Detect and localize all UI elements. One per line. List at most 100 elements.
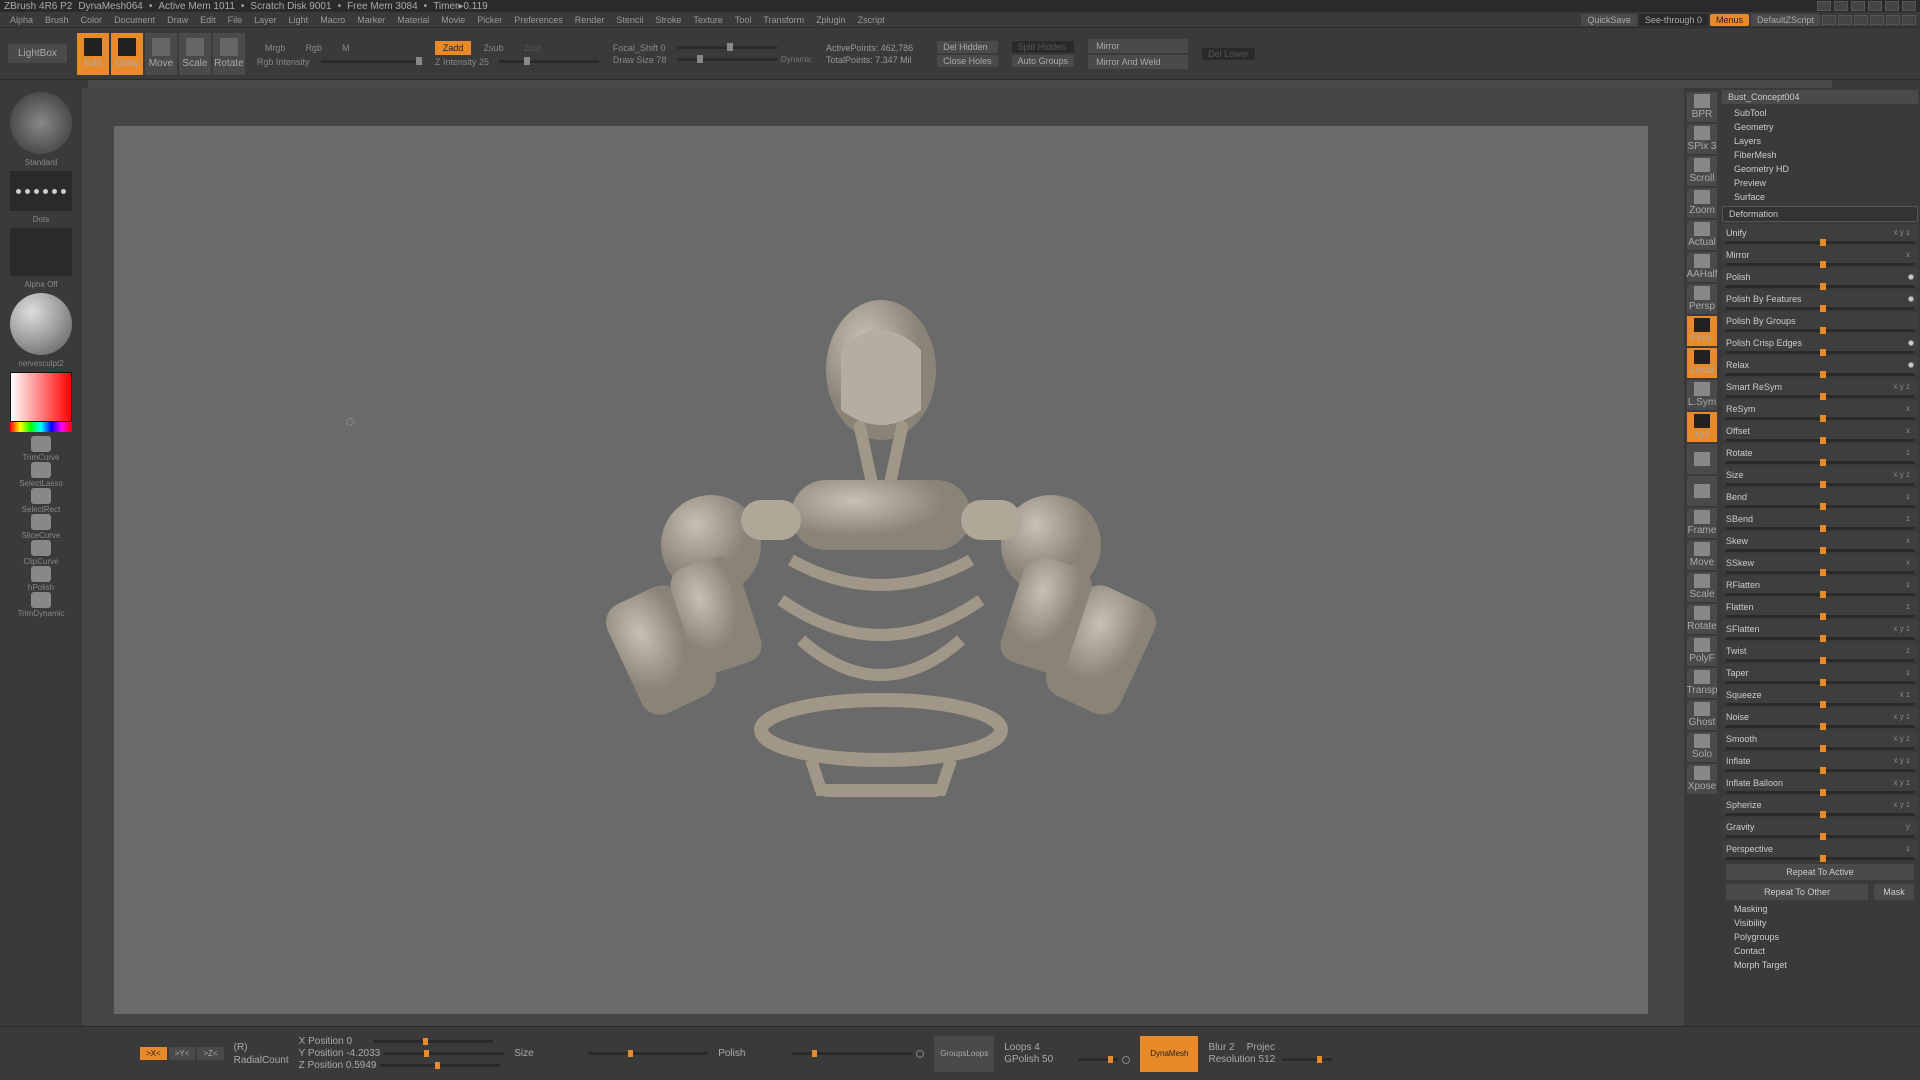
polish-dot[interactable] bbox=[916, 1050, 924, 1058]
tool-trimdynamic[interactable]: TrimDynamic bbox=[10, 592, 72, 618]
zadd-btn[interactable]: Zadd bbox=[435, 41, 472, 55]
viewport-aahalf-button[interactable]: AAHalf bbox=[1687, 252, 1717, 282]
menu-draw[interactable]: Draw bbox=[161, 15, 194, 25]
menus-toggle[interactable]: Menus bbox=[1710, 14, 1749, 26]
menu-picker[interactable]: Picker bbox=[471, 15, 508, 25]
section-polygroups[interactable]: Polygroups bbox=[1722, 930, 1918, 944]
menu-brush[interactable]: Brush bbox=[39, 15, 75, 25]
menu-zscript[interactable]: Zscript bbox=[852, 15, 891, 25]
panel-btn[interactable] bbox=[1902, 15, 1916, 25]
alpha-preview[interactable] bbox=[10, 228, 72, 276]
panel-btn[interactable] bbox=[1854, 15, 1868, 25]
deformation-section[interactable]: Deformation bbox=[1722, 206, 1918, 222]
mask-button[interactable]: Mask bbox=[1874, 884, 1914, 900]
hue-bar[interactable] bbox=[10, 422, 72, 432]
minimize-btn[interactable] bbox=[1868, 1, 1882, 11]
panel-btn[interactable] bbox=[1870, 15, 1884, 25]
menu-alpha[interactable]: Alpha bbox=[4, 15, 39, 25]
color-picker[interactable] bbox=[10, 372, 72, 422]
viewport-tool-button[interactable] bbox=[1687, 476, 1717, 506]
close-btn[interactable] bbox=[1902, 1, 1916, 11]
rgb-btn[interactable]: Rgb bbox=[297, 41, 330, 55]
focal-shift-slider[interactable] bbox=[677, 46, 777, 49]
default-zscript[interactable]: DefaultZScript bbox=[1751, 14, 1820, 26]
section-preview[interactable]: Preview bbox=[1722, 176, 1918, 190]
viewport[interactable] bbox=[114, 126, 1648, 1014]
section-morph-target[interactable]: Morph Target bbox=[1722, 958, 1918, 972]
viewport-xpose-button[interactable]: Xpose bbox=[1687, 764, 1717, 794]
viewport-transp-button[interactable]: Transp bbox=[1687, 668, 1717, 698]
del-lower-button[interactable]: Del Lower bbox=[1202, 48, 1255, 60]
material-preview[interactable] bbox=[10, 293, 72, 355]
menu-zplugin[interactable]: Zplugin bbox=[810, 15, 852, 25]
section-masking[interactable]: Masking bbox=[1722, 902, 1918, 916]
menu-light[interactable]: Light bbox=[283, 15, 315, 25]
gpolish-slider[interactable] bbox=[1078, 1058, 1118, 1061]
viewport-persp-button[interactable]: Persp bbox=[1687, 284, 1717, 314]
viewport-bpr-button[interactable]: BPR bbox=[1687, 92, 1717, 122]
stroke-preview[interactable] bbox=[10, 171, 72, 211]
viewport-scale-button[interactable]: Scale bbox=[1687, 572, 1717, 602]
mirror-dropdown[interactable]: Mirror bbox=[1088, 39, 1188, 53]
viewport-polyf-button[interactable]: PolyF bbox=[1687, 636, 1717, 666]
section-visibility[interactable]: Visibility bbox=[1722, 916, 1918, 930]
tool-selectrect[interactable]: SelectRect bbox=[10, 488, 72, 514]
section-contact[interactable]: Contact bbox=[1722, 944, 1918, 958]
zcut-btn[interactable]: Zcut bbox=[515, 41, 549, 55]
menu-movie[interactable]: Movie bbox=[435, 15, 471, 25]
viewport-frame-button[interactable]: Frame bbox=[1687, 508, 1717, 538]
mrgb-btn[interactable]: Mrgb bbox=[257, 41, 294, 55]
viewport-zoom-button[interactable]: Zoom bbox=[1687, 188, 1717, 218]
viewport-actual-button[interactable]: Actual bbox=[1687, 220, 1717, 250]
menu-macro[interactable]: Macro bbox=[314, 15, 351, 25]
menu-preferences[interactable]: Preferences bbox=[508, 15, 569, 25]
section-subtool[interactable]: SubTool bbox=[1722, 106, 1918, 120]
section-fibermesh[interactable]: FiberMesh bbox=[1722, 148, 1918, 162]
viewport-local-button[interactable]: Local bbox=[1687, 348, 1717, 378]
move-mode-button[interactable]: Move bbox=[145, 33, 177, 75]
tool-clipcurve[interactable]: ClipCurve bbox=[10, 540, 72, 566]
draw-size-slider[interactable] bbox=[677, 58, 777, 61]
section-layers[interactable]: Layers bbox=[1722, 134, 1918, 148]
repeat-active-button[interactable]: Repeat To Active bbox=[1726, 864, 1914, 880]
panel-btn[interactable] bbox=[1838, 15, 1852, 25]
menu-edit[interactable]: Edit bbox=[194, 15, 222, 25]
draw-mode-button[interactable]: Draw bbox=[111, 33, 143, 75]
menu-texture[interactable]: Texture bbox=[687, 15, 729, 25]
axis-x-btn[interactable]: >X< bbox=[140, 1047, 167, 1060]
maximize-btn[interactable] bbox=[1885, 1, 1899, 11]
viewport-spix3-button[interactable]: SPix 3 bbox=[1687, 124, 1717, 154]
edit-mode-button[interactable]: Edit bbox=[77, 33, 109, 75]
viewport-rotate-button[interactable]: Rotate bbox=[1687, 604, 1717, 634]
size-slider[interactable] bbox=[588, 1052, 708, 1055]
tool-header[interactable]: Bust_Concept004 bbox=[1722, 90, 1918, 104]
menu-stroke[interactable]: Stroke bbox=[649, 15, 687, 25]
m-btn[interactable]: M bbox=[334, 41, 358, 55]
menu-marker[interactable]: Marker bbox=[351, 15, 391, 25]
viewport-ghost-button[interactable]: Ghost bbox=[1687, 700, 1717, 730]
auto-groups-button[interactable]: Auto Groups bbox=[1012, 55, 1075, 67]
menu-material[interactable]: Material bbox=[391, 15, 435, 25]
viewport-floor-button[interactable]: Floor bbox=[1687, 316, 1717, 346]
menu-file[interactable]: File bbox=[222, 15, 249, 25]
section-surface[interactable]: Surface bbox=[1722, 190, 1918, 204]
dynamesh-button[interactable]: DynaMesh bbox=[1140, 1036, 1198, 1072]
menu-render[interactable]: Render bbox=[569, 15, 611, 25]
brush-preview[interactable] bbox=[10, 92, 72, 154]
axis-z-btn[interactable]: >Z< bbox=[197, 1047, 223, 1060]
repeat-other-button[interactable]: Repeat To Other bbox=[1726, 884, 1868, 900]
gpolish-dot[interactable] bbox=[1122, 1056, 1130, 1064]
menu-tool[interactable]: Tool bbox=[729, 15, 758, 25]
menu-color[interactable]: Color bbox=[75, 15, 109, 25]
viewport-tool-button[interactable] bbox=[1687, 444, 1717, 474]
viewport-xyz-button[interactable]: xyz bbox=[1687, 412, 1717, 442]
z-intensity-slider[interactable] bbox=[499, 60, 599, 63]
viewport-scroll-button[interactable]: Scroll bbox=[1687, 156, 1717, 186]
window-btn[interactable] bbox=[1834, 1, 1848, 11]
panel-btn[interactable] bbox=[1822, 15, 1836, 25]
axis-y-btn[interactable]: >Y< bbox=[169, 1047, 196, 1060]
rotate-mode-button[interactable]: Rotate bbox=[213, 33, 245, 75]
groupsloops-button[interactable]: GroupsLoops bbox=[934, 1036, 994, 1072]
zsub-btn[interactable]: Zsub bbox=[475, 41, 511, 55]
resolution-slider[interactable] bbox=[1282, 1058, 1332, 1061]
